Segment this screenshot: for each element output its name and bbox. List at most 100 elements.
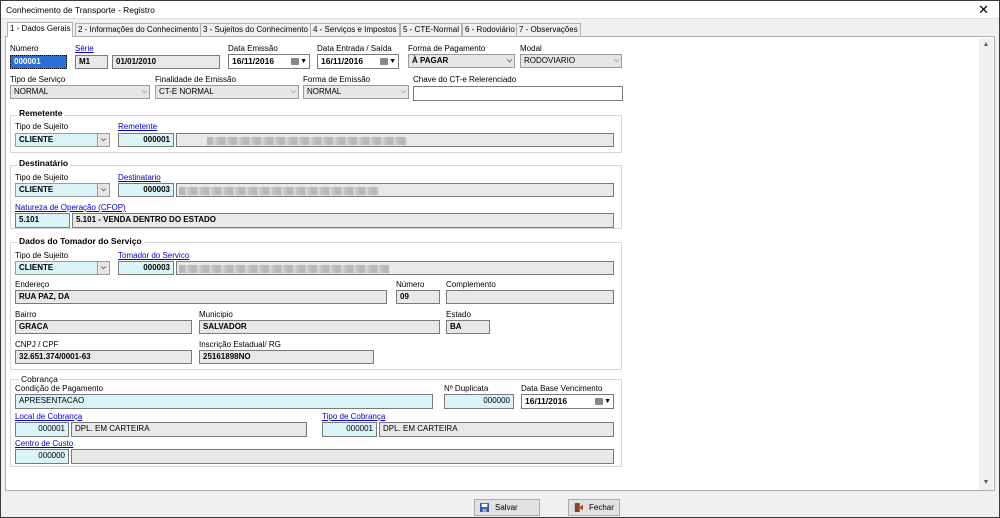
- tipo-cobranca-codigo[interactable]: 000001: [322, 422, 377, 437]
- fechar-button[interactable]: Fechar: [568, 499, 620, 516]
- forma-pagamento-label: Forma de Pagamento: [408, 44, 486, 53]
- redacted-text: [207, 137, 407, 145]
- ie-label: Inscrição Estadual/ RG: [199, 340, 281, 349]
- tab-rodoviario[interactable]: 6 - Rodoviário: [462, 23, 518, 36]
- tab-pane: ▲ ▼ Número 000001 Série M1 01/01/2010 Da…: [5, 36, 995, 491]
- remetente-nome-field: [176, 133, 614, 147]
- save-icon: [480, 503, 489, 512]
- centro-custo-codigo[interactable]: 000000: [15, 449, 69, 464]
- chevron-down-icon[interactable]: ▼: [389, 55, 396, 68]
- chevron-down-icon[interactable]: ⌵: [614, 55, 619, 67]
- tomador-nome-field: [176, 261, 614, 275]
- modal-value: RODOVIARIO: [524, 56, 576, 65]
- finalidade-select[interactable]: CT-E NORMAL ⌵: [155, 85, 299, 99]
- cobranca-title: Cobrança: [19, 374, 60, 384]
- serie-date-field: 01/01/2010: [112, 55, 220, 69]
- cfop-input[interactable]: 5.101: [15, 213, 70, 228]
- remetente-link[interactable]: Remetente: [118, 122, 157, 131]
- cnpj-field: 32.651.374/0001-63: [15, 350, 192, 364]
- chevron-down-icon[interactable]: ▼: [604, 395, 611, 408]
- destinatario-codigo-input[interactable]: 000003: [118, 183, 174, 197]
- calendar-icon[interactable]: [595, 398, 603, 405]
- close-icon[interactable]: ✕: [978, 2, 989, 17]
- tipo-servico-select[interactable]: NORMAL ⌵: [10, 85, 150, 99]
- vertical-scrollbar[interactable]: ▲ ▼: [979, 38, 993, 490]
- centro-custo-link[interactable]: Centro de Custo: [15, 439, 73, 448]
- scroll-down-icon[interactable]: ▼: [979, 476, 993, 490]
- chave-label: Chave do CT-e Relerenciado: [413, 75, 517, 84]
- destinatario-tipo-select[interactable]: CLIENTE ⌵: [15, 183, 110, 197]
- chevron-down-icon[interactable]: ▼: [300, 55, 307, 68]
- chevron-down-icon[interactable]: ⌵: [97, 134, 109, 146]
- tipo-cobranca-desc: DPL. EM CARTEIRA: [379, 422, 614, 437]
- remetente-tipo-select[interactable]: CLIENTE ⌵: [15, 133, 110, 147]
- estado-field: BA: [446, 320, 490, 334]
- base-label: Data Base Vencimento: [521, 384, 603, 393]
- data-emissao-picker[interactable]: 16/11/2016 ▼: [228, 54, 310, 69]
- chevron-down-icon[interactable]: ⌵: [97, 262, 109, 274]
- ie-field: 25161898NO: [199, 350, 374, 364]
- chevron-down-icon[interactable]: ⌵: [401, 86, 406, 98]
- cnpj-label: CNPJ / CPF: [15, 340, 59, 349]
- tab-observacoes[interactable]: 7 - Observações: [516, 23, 581, 36]
- bairro-label: Bairro: [15, 310, 37, 319]
- local-cobranca-link[interactable]: Local de Cobrança: [15, 412, 82, 421]
- municipio-field: SALVADOR: [199, 320, 440, 334]
- tomador-codigo-input[interactable]: 000003: [118, 261, 174, 275]
- local-cobranca-codigo[interactable]: 000001: [15, 422, 69, 437]
- cfop-desc-field: 5.101 - VENDA DENTRO DO ESTADO: [72, 213, 614, 228]
- scroll-up-icon[interactable]: ▲: [979, 38, 993, 52]
- tipo-servico-value: NORMAL: [14, 87, 49, 96]
- cfop-link[interactable]: Natureza de Operação (CFOP): [15, 203, 126, 212]
- tab-cte-normal[interactable]: 5 - CTE-Normal: [400, 23, 463, 36]
- window-title: Conhecimento de Transporte - Registro: [6, 5, 155, 15]
- tab-sujeitos[interactable]: 3 - Sujeitos do Conhecimento: [200, 23, 311, 36]
- chevron-down-icon[interactable]: ⌵: [142, 86, 147, 98]
- duplicata-label: Nº Duplicata: [444, 384, 489, 393]
- tomador-tipo-label: Tipo de Sujeito: [15, 251, 69, 260]
- tomador-link[interactable]: Tomador do Servico: [118, 251, 189, 260]
- remetente-tipo-label: Tipo de Sujeito: [15, 122, 69, 131]
- data-entrada-value: 16/11/2016: [321, 56, 364, 66]
- salvar-label: Salvar: [495, 503, 518, 512]
- finalidade-value: CT-E NORMAL: [159, 87, 214, 96]
- data-entrada-picker[interactable]: 16/11/2016 ▼: [317, 54, 399, 69]
- calendar-icon[interactable]: [291, 58, 299, 65]
- numero-end-label: Número: [396, 280, 425, 289]
- tab-dados-gerais[interactable]: 1 - Dados Gerais: [7, 22, 74, 37]
- data-emissao-label: Data Emissão: [228, 44, 278, 53]
- redacted-text: [179, 187, 379, 195]
- chevron-down-icon[interactable]: ⌵: [97, 184, 109, 196]
- duplicata-input[interactable]: 000000: [444, 394, 514, 409]
- tab-informacoes[interactable]: 2 - Informações do Conhecimento: [75, 23, 202, 36]
- remetente-codigo-input[interactable]: 000001: [118, 133, 174, 147]
- fechar-label: Fechar: [589, 503, 614, 512]
- tab-servicos-impostos[interactable]: 4 - Serviços e Impostos: [310, 23, 400, 36]
- modal-label: Modal: [520, 44, 542, 53]
- municipio-label: Municipio: [199, 310, 233, 319]
- destinatario-nome-field: [176, 183, 614, 197]
- endereco-label: Endereço: [15, 280, 50, 289]
- chave-input[interactable]: [413, 86, 623, 101]
- forma-emissao-value: NORMAL: [307, 87, 342, 96]
- local-cobranca-desc: DPL. EM CARTEIRA: [71, 422, 307, 437]
- modal-select[interactable]: RODOVIARIO ⌵: [520, 54, 622, 68]
- forma-emissao-select[interactable]: NORMAL ⌵: [303, 85, 409, 99]
- calendar-icon[interactable]: [380, 58, 388, 65]
- destinatario-link[interactable]: Destinatario: [118, 173, 161, 182]
- numero-input[interactable]: 000001: [10, 55, 67, 69]
- data-base-picker[interactable]: 16/11/2016 ▼: [521, 394, 614, 409]
- tipo-cobranca-link[interactable]: Tipo de Cobrança: [322, 412, 385, 421]
- remetente-title: Remetente: [17, 108, 65, 118]
- chevron-down-icon[interactable]: ⌵: [291, 86, 296, 98]
- redacted-text: [179, 265, 389, 273]
- tomador-tipo-select[interactable]: CLIENTE ⌵: [15, 261, 110, 275]
- serie-link[interactable]: Série: [75, 44, 94, 53]
- data-emissao-value: 16/11/2016: [232, 56, 275, 66]
- forma-pagamento-select[interactable]: À PAGAR ⌵: [408, 54, 515, 68]
- condicao-input[interactable]: APRESENTACAO: [15, 394, 433, 409]
- salvar-button[interactable]: Salvar: [474, 499, 540, 516]
- chevron-down-icon[interactable]: ⌵: [507, 55, 512, 67]
- title-bar: Conhecimento de Transporte - Registro ✕: [1, 1, 999, 19]
- serie-input[interactable]: M1: [75, 55, 108, 69]
